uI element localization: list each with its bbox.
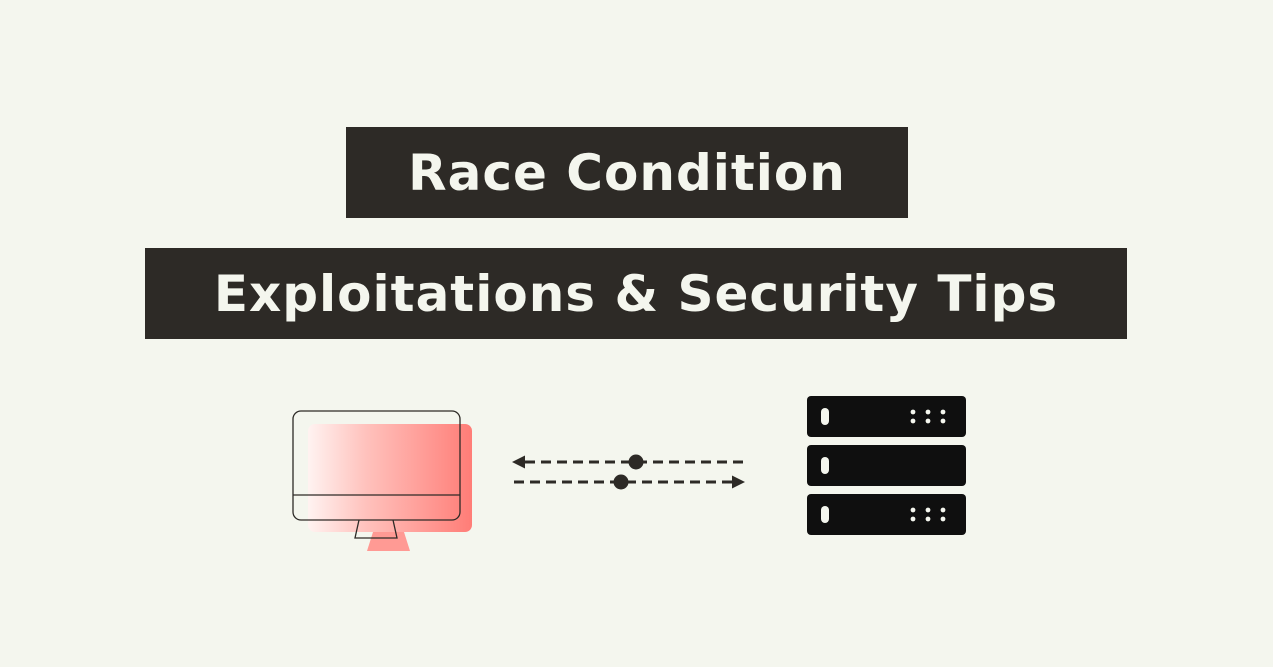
monitor-icon [292, 410, 472, 551]
server-rack-icon [807, 396, 966, 535]
illustration [292, 396, 966, 551]
bidirectional-arrows-icon [512, 454, 745, 490]
